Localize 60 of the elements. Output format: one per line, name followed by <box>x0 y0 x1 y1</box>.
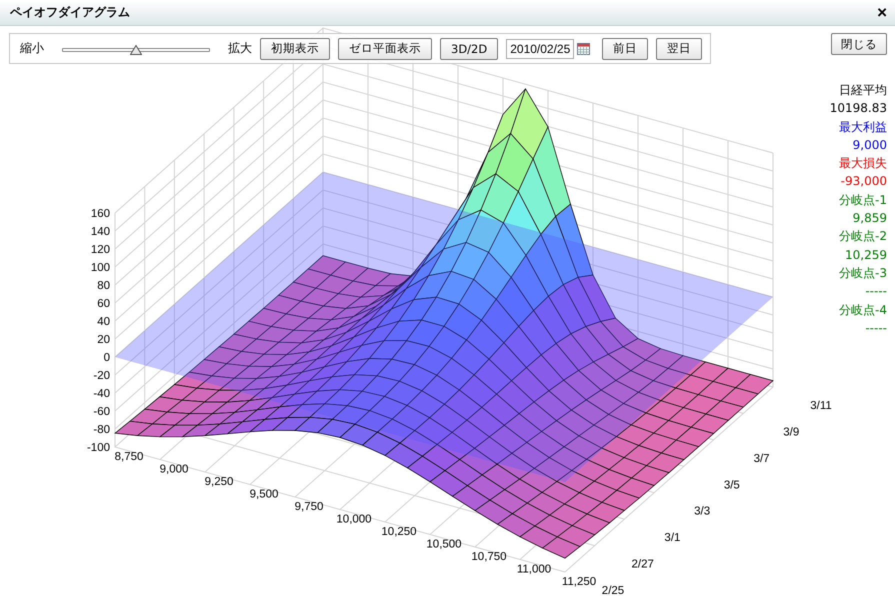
summary-value: 9,859 <box>852 210 887 228</box>
axis-tick-label: 0 <box>104 352 110 364</box>
axis-tick-label: 40 <box>97 316 110 328</box>
zoom-out-label: 縮小 <box>20 40 44 57</box>
zoom-in-label: 拡大 <box>228 40 252 57</box>
axis-tick-label: 120 <box>90 244 110 256</box>
calendar-icon[interactable] <box>577 42 590 54</box>
summary-label: 分岐点-4 <box>839 302 887 319</box>
summary-label: 最大利益 <box>839 118 887 136</box>
summary-label: 分岐点-2 <box>839 228 887 246</box>
toolbar-button[interactable]: ゼロ平面表示 <box>338 38 432 60</box>
close-button[interactable]: × <box>877 4 887 21</box>
axis-tick-label: -20 <box>93 370 110 382</box>
axis-tick-label: 10,750 <box>471 551 507 563</box>
axis-tick-label: 160 <box>90 208 110 220</box>
summary-label: 分岐点-3 <box>839 264 887 282</box>
axis-tick-label: 3/5 <box>724 479 740 492</box>
axis-tick-label: 2/25 <box>602 585 624 596</box>
day-button[interactable]: 前日 <box>602 38 648 60</box>
summary-value: -93,000 <box>840 173 887 190</box>
axis-tick-label: 10,500 <box>426 538 462 550</box>
axis-tick-label: 3/9 <box>783 426 800 438</box>
axis-tick-label: 2/27 <box>632 558 654 571</box>
axis-tick-label: 11,250 <box>562 576 596 588</box>
summary-value: 10198.83 <box>830 100 887 118</box>
axis-tick-label: 9,000 <box>160 464 188 476</box>
axis-tick-label: 10,250 <box>381 526 417 538</box>
day-button[interactable]: 翌日 <box>656 38 702 60</box>
toolbar-button[interactable]: 初期表示 <box>260 38 330 60</box>
axis-tick-label: 3/1 <box>664 532 680 544</box>
window-title: ペイオフダイアグラム <box>10 4 130 21</box>
summary-value: 9,000 <box>852 136 887 154</box>
summary-label: 最大損失 <box>839 155 887 172</box>
date-field[interactable]: 2010/02/25 <box>506 38 574 58</box>
axis-tick-label: 9,250 <box>204 476 234 488</box>
axis-tick-label: -40 <box>93 388 110 400</box>
slider-thumb[interactable] <box>130 44 142 54</box>
axis-tick-label: 100 <box>90 262 110 274</box>
axis-tick-label: 60 <box>97 298 110 310</box>
axis-tick-label: 9,500 <box>250 488 278 500</box>
axis-tick-label: 10,000 <box>336 514 372 526</box>
axis-tick-label: 3/7 <box>754 452 770 465</box>
axis-tick-label: 3/3 <box>694 506 710 518</box>
axis-tick-label: 9,750 <box>294 501 324 513</box>
close-dialog-button[interactable]: 閉じる <box>831 33 887 55</box>
axis-tick-label: 8,750 <box>114 451 144 463</box>
axis-tick-label: -60 <box>93 406 110 418</box>
axis-tick-label: 3/11 <box>810 400 832 412</box>
axis-tick-label: -100 <box>86 442 110 454</box>
summary-value: ----- <box>865 320 887 337</box>
summary-value: 10,259 <box>845 246 887 264</box>
axis-tick-label: 80 <box>97 280 110 292</box>
summary-value: ----- <box>865 283 887 300</box>
axis-tick-label: -80 <box>93 424 110 436</box>
axis-tick-label: 140 <box>90 226 110 238</box>
axis-tick-label: 20 <box>97 334 110 346</box>
summary-label: 分岐点-1 <box>839 192 887 209</box>
axis-tick-label: 11,000 <box>516 564 552 576</box>
summary-label: 日経平均 <box>839 82 887 99</box>
toolbar-button[interactable]: 3D/2D <box>440 38 498 60</box>
